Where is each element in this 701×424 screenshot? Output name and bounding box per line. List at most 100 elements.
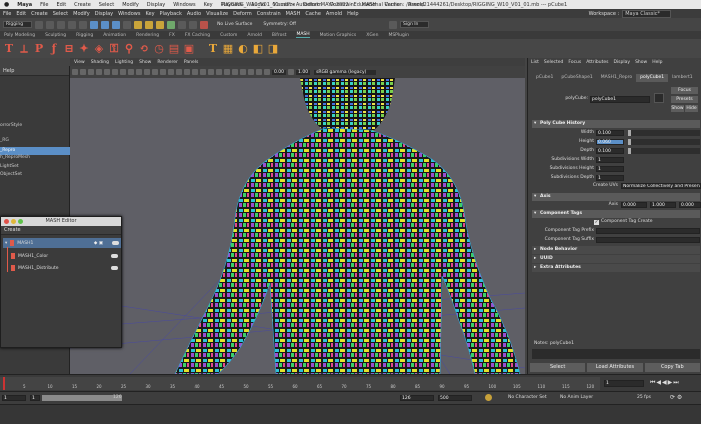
shelf-tab[interactable]: Rendering (136, 33, 159, 38)
outliner-help-menu[interactable]: Help (0, 66, 69, 76)
node-arrow-icon[interactable] (654, 93, 664, 103)
mash-editor-titlebar[interactable]: MASH Editor (1, 217, 121, 226)
mash-network-icon[interactable]: T (3, 42, 15, 55)
select-hierarchy-icon[interactable] (90, 20, 99, 29)
snap-curve-icon[interactable] (145, 20, 154, 29)
ao-icon[interactable] (208, 69, 214, 75)
main-menu-item[interactable]: Audio (187, 11, 201, 17)
axis-section[interactable]: Axis (532, 193, 700, 201)
ae-menu-item[interactable]: Attributes (586, 60, 608, 65)
attr-slider[interactable] (628, 148, 700, 154)
mode-selector[interactable]: Rigging (3, 21, 33, 28)
render-icon[interactable] (178, 20, 187, 29)
history-icon[interactable] (167, 20, 176, 29)
camera-select-icon[interactable] (72, 69, 78, 75)
mash-time-icon[interactable]: ◷ (153, 42, 165, 55)
mash-random-icon[interactable]: ⚿ (108, 42, 120, 55)
shelf-tab[interactable]: MSPlugin (388, 33, 409, 38)
ae-menu-item[interactable]: Help (652, 60, 662, 65)
shelf-tab[interactable]: Sculpting (45, 33, 66, 38)
node-behavior-section[interactable]: Node Behavior (532, 246, 700, 254)
hide-button[interactable]: Hide (685, 105, 698, 112)
show-button[interactable]: Show (671, 105, 684, 112)
ae-menu-item[interactable]: Focus (568, 60, 581, 65)
shelf-tab[interactable]: Bifrost (272, 33, 287, 38)
main-menu-item[interactable]: Key (145, 11, 154, 17)
tag-prefix-field[interactable] (596, 228, 700, 234)
range-bar[interactable] (42, 395, 122, 401)
isolate-icon[interactable] (232, 69, 238, 75)
range-start-field[interactable]: 1 (2, 395, 26, 401)
mash-trails-icon[interactable]: ▤ (168, 42, 180, 55)
anim-layer-select[interactable]: No Anim Layer (560, 395, 593, 400)
mash-editor-zoom-icon[interactable] (18, 219, 23, 224)
main-menu-item[interactable]: MASH (286, 11, 301, 17)
main-menu-item[interactable]: Windows (118, 11, 140, 17)
viewport-menu-item[interactable]: Show (139, 60, 151, 65)
grid-icon[interactable] (104, 69, 110, 75)
select-button[interactable]: Select (530, 363, 586, 372)
main-menu-item[interactable]: Modify (73, 11, 90, 17)
command-line[interactable] (0, 404, 701, 424)
shadows-icon[interactable] (200, 69, 206, 75)
focus-button[interactable]: Focus (671, 87, 698, 94)
resolution-gate-icon[interactable] (120, 69, 126, 75)
viewport-menu-item[interactable]: Panels (184, 60, 198, 65)
viewport-menu-item[interactable]: Lighting (115, 60, 133, 65)
safe-title-icon[interactable] (152, 69, 158, 75)
axis-x-field[interactable]: 0.000 (621, 202, 647, 208)
current-time-marker[interactable] (3, 377, 5, 390)
mash-p-icon[interactable]: P (33, 42, 45, 55)
ae-menu-item[interactable]: Selected (544, 60, 564, 65)
snap-grid-icon[interactable] (134, 20, 143, 29)
viewport-3d[interactable] (70, 78, 525, 374)
new-scene-icon[interactable] (35, 20, 44, 29)
mac-menu-item[interactable]: Edit (56, 2, 66, 8)
mash-network-toggle[interactable] (112, 241, 119, 245)
live-surface-field[interactable]: No Live Surface (217, 22, 252, 27)
mask-icon[interactable] (123, 20, 132, 29)
attr-value-field[interactable]: 0.060 (596, 139, 624, 145)
attr-value-field[interactable]: 1 (596, 166, 624, 172)
main-menu-item[interactable]: Playback (160, 11, 182, 17)
main-menu-item[interactable]: File (3, 11, 11, 17)
text-tool-icon[interactable]: T (207, 42, 219, 55)
mg-icon[interactable]: ◨ (267, 42, 279, 55)
exposure-field[interactable]: 0.00 (272, 69, 287, 75)
mash-orient-icon[interactable]: ⟲ (138, 42, 150, 55)
shelf-tab[interactable]: Motion Graphics (320, 33, 357, 38)
extra-attributes-section[interactable]: Extra Attributes (532, 264, 700, 272)
outliner-item[interactable]: orrorStyle (0, 122, 70, 130)
attr-value-field[interactable]: 1 (596, 157, 624, 163)
wireframe-on-shaded-icon[interactable] (176, 69, 182, 75)
gamma-field[interactable]: 1.00 (296, 69, 311, 75)
bookmark-icon[interactable] (88, 69, 94, 75)
mac-menu-item[interactable]: Select (99, 2, 114, 8)
user-icon[interactable] (388, 20, 397, 29)
load-attributes-button[interactable]: Load Attributes (587, 363, 643, 372)
viewport-menu-item[interactable]: View (74, 60, 85, 65)
main-menu-item[interactable]: Constrain (257, 11, 281, 17)
mash-audio-icon[interactable]: ⚲ (123, 42, 135, 55)
shelf-tab[interactable]: Poly Modeling (4, 33, 35, 38)
main-menu-item[interactable]: Display (95, 11, 113, 17)
shelf-tab[interactable]: XGen (366, 33, 378, 38)
smooth-shade-icon[interactable] (168, 69, 174, 75)
field-chart-icon[interactable] (136, 69, 142, 75)
mash-delay-icon[interactable]: ƒ (48, 42, 60, 55)
dof-icon[interactable] (224, 69, 230, 75)
ae-tab[interactable]: MASH1_Repro (597, 74, 636, 82)
main-menu-item[interactable]: Select (53, 11, 68, 17)
axis-y-field[interactable]: 1.000 (650, 202, 676, 208)
shelf-tab[interactable]: FX (169, 33, 175, 38)
exposure-icon[interactable] (264, 69, 270, 75)
mash-flip-icon[interactable]: ⟂ (18, 42, 30, 55)
film-gate-icon[interactable] (112, 69, 118, 75)
select-object-icon[interactable] (101, 20, 110, 29)
mash-id-icon[interactable]: ▣ (183, 42, 195, 55)
aa-icon[interactable] (216, 69, 222, 75)
mac-menu-item[interactable]: Windows (173, 2, 195, 8)
shelf-tab[interactable]: Custom (220, 33, 237, 38)
main-menu-item[interactable]: Deform (233, 11, 252, 17)
ae-tab[interactable]: lambert1 (668, 74, 697, 82)
